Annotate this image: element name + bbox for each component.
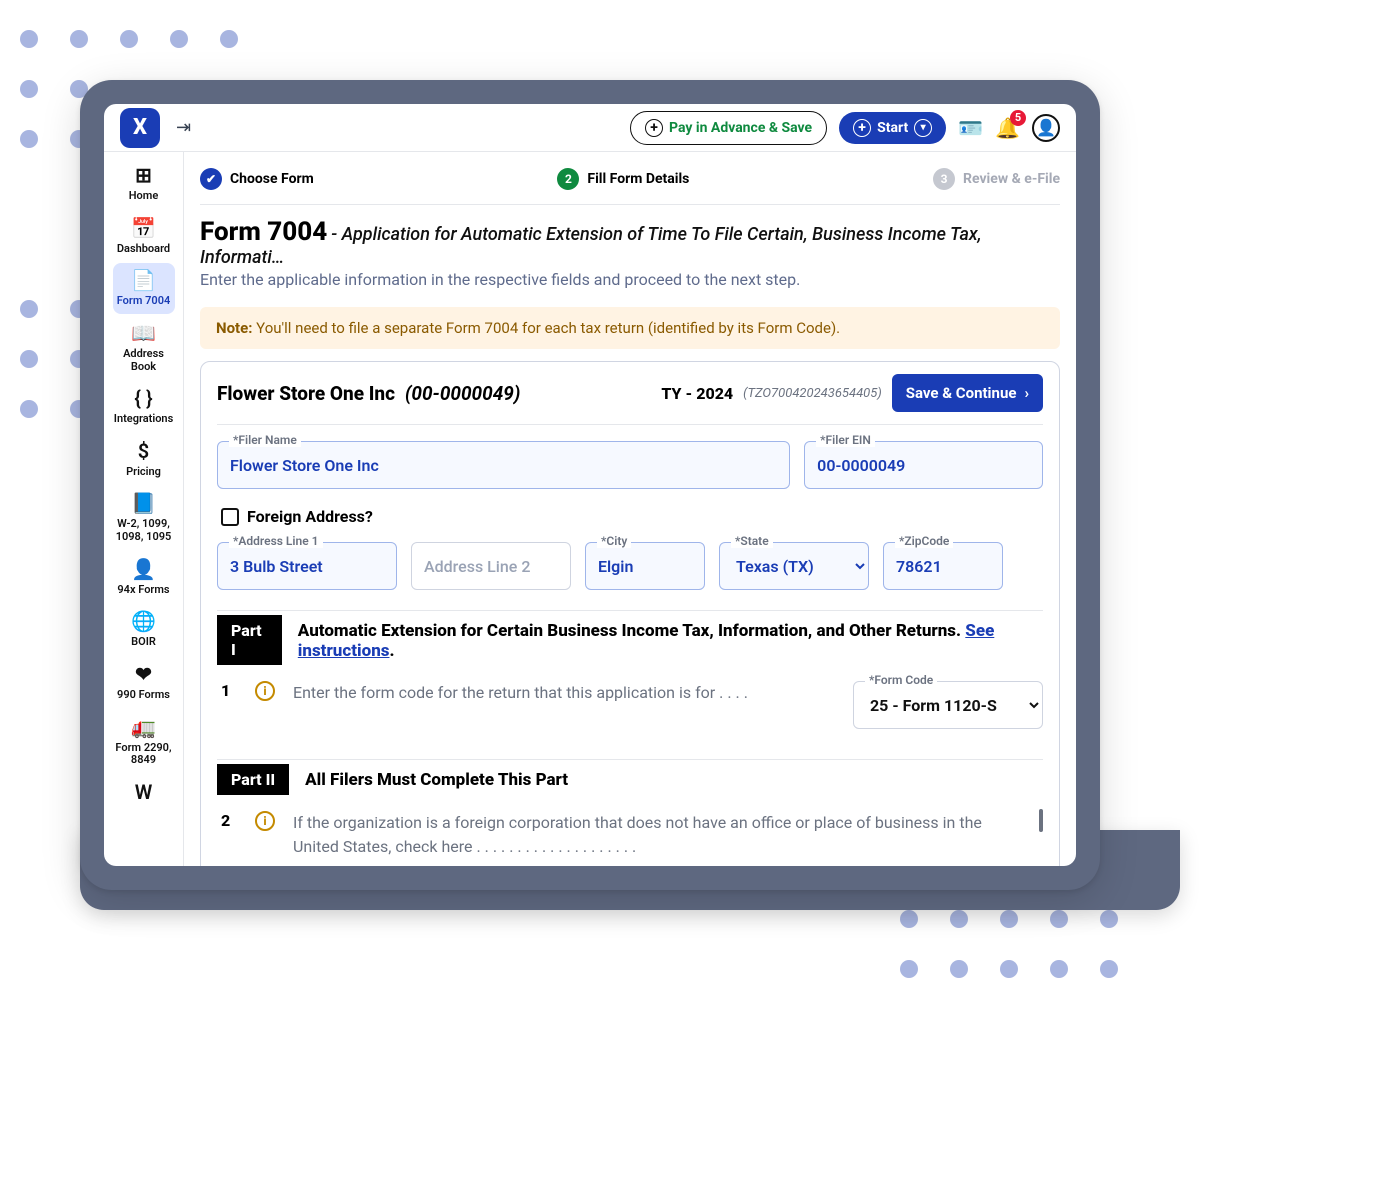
app-logo: X <box>120 108 160 148</box>
main-content: ✔ Choose Form 2 Fill Form Details 3 Revi… <box>184 152 1076 866</box>
start-button[interactable]: + Start ▾ <box>839 112 946 144</box>
sidebar-icon: W <box>135 781 153 804</box>
chevron-down-icon: ▾ <box>914 119 932 137</box>
sidebar-item-integrations[interactable]: { } Integrations <box>113 381 175 432</box>
state-field: *State Texas (TX) <box>719 542 869 590</box>
form-code-select[interactable]: 25 - Form 1120-S <box>853 681 1043 729</box>
step-choose-form[interactable]: ✔ Choose Form <box>200 168 314 190</box>
address-line1-field: *Address Line 1 <box>217 542 397 590</box>
info-icon[interactable]: i <box>255 681 275 701</box>
sidebar-item-item[interactable]: W <box>113 775 175 813</box>
sidebar: ⊞ Home 📅 Dashboard 📄 Form 7004 📖 Address Book { … <box>104 152 184 866</box>
filer-name-field: *Filer Name <box>217 441 790 489</box>
sidebar-label: BOIR <box>131 636 156 649</box>
menu-collapse-icon[interactable]: ⇥ <box>176 117 191 138</box>
pay-advance-button[interactable]: + Pay in Advance & Save <box>630 111 827 145</box>
city-input[interactable] <box>585 542 705 590</box>
part-1-header: Part I Automatic Extension for Certain B… <box>217 610 1043 665</box>
plus-icon: + <box>853 119 871 137</box>
step-review-efile[interactable]: 3 Review & e-File <box>933 168 1060 190</box>
bell-icon[interactable]: 🔔 5 <box>995 116 1020 140</box>
sidebar-icon: ⊞ <box>135 164 152 187</box>
sidebar-item-form-2290-8849[interactable]: 🚛 Form 2290, 8849 <box>113 710 175 773</box>
notification-badge: 5 <box>1010 110 1026 126</box>
sidebar-label: 990 Forms <box>117 689 170 702</box>
filer-ein-field: *Filer EIN <box>804 441 1043 489</box>
step-fill-form-details[interactable]: 2 Fill Form Details <box>557 168 689 190</box>
sidebar-icon: 🚛 <box>131 716 156 739</box>
id-card-icon[interactable]: 🪪 <box>958 116 983 140</box>
foreign-address-checkbox[interactable] <box>221 508 239 526</box>
sidebar-item-form-7004[interactable]: 📄 Form 7004 <box>113 263 175 314</box>
address-line2-field <box>411 542 571 590</box>
sidebar-icon: 📖 <box>131 322 156 345</box>
form-code-field: *Form Code 25 - Form 1120-S <box>853 681 1043 729</box>
form-card: Flower Store One Inc (00-0000049) TY - 2… <box>200 361 1060 866</box>
sidebar-item-dashboard[interactable]: 📅 Dashboard <box>113 211 175 262</box>
sidebar-item-990-forms[interactable]: ❤ 990 Forms <box>113 657 175 708</box>
plus-icon: + <box>645 119 663 137</box>
filer-ein-input[interactable] <box>804 441 1043 489</box>
company-ein: (00-0000049) <box>405 382 520 405</box>
tzo-id: (TZO700420243654405) <box>743 386 882 401</box>
sidebar-label: Address Book <box>115 348 173 373</box>
company-name: Flower Store One Inc <box>217 382 395 405</box>
sidebar-label: Home <box>129 190 159 203</box>
sidebar-icon: 📅 <box>131 217 156 240</box>
sidebar-icon: 👤 <box>131 558 156 581</box>
page-description: Enter the applicable information in the … <box>200 270 1060 289</box>
topbar: X ⇥ + Pay in Advance & Save + Start ▾ 🪪 … <box>104 104 1076 152</box>
zipcode-input[interactable] <box>883 542 1003 590</box>
profile-avatar[interactable]: 👤 <box>1032 114 1060 142</box>
info-icon[interactable]: i <box>255 811 275 831</box>
filer-name-input[interactable] <box>217 441 790 489</box>
sidebar-label: Form 2290, 8849 <box>115 742 173 767</box>
sidebar-label: 94x Forms <box>117 584 169 597</box>
sidebar-item-pricing[interactable]: $ Pricing <box>113 434 175 485</box>
sidebar-item-address-book[interactable]: 📖 Address Book <box>113 316 175 379</box>
address-line2-input[interactable] <box>411 542 571 590</box>
sidebar-item-boir[interactable]: 🌐 BOIR <box>113 604 175 655</box>
chevron-right-icon: › <box>1024 384 1029 402</box>
zipcode-field: *ZipCode <box>883 542 1003 590</box>
sidebar-icon: 📄 <box>131 269 156 292</box>
foreign-address-label: Foreign Address? <box>247 507 373 526</box>
stepper: ✔ Choose Form 2 Fill Form Details 3 Revi… <box>200 160 1060 205</box>
address-line1-input[interactable] <box>217 542 397 590</box>
check-icon: ✔ <box>200 168 222 190</box>
state-select[interactable]: Texas (TX) <box>719 542 869 590</box>
sidebar-label: Integrations <box>114 413 173 426</box>
tax-year: TY - 2024 <box>661 384 733 403</box>
save-continue-button[interactable]: Save & Continue › <box>892 374 1043 412</box>
sidebar-item-94x-forms[interactable]: 👤 94x Forms <box>113 552 175 603</box>
question-2-checkbox[interactable] <box>1039 809 1043 832</box>
sidebar-label: Dashboard <box>117 243 170 256</box>
page-title: Form 7004 <box>200 217 327 247</box>
sidebar-label: W-2, 1099, 1098, 1095 <box>115 518 173 543</box>
part-2-header: Part II All Filers Must Complete This Pa… <box>217 759 1043 795</box>
sidebar-icon: $ <box>138 440 149 463</box>
sidebar-icon: ❤ <box>135 663 152 686</box>
sidebar-icon: 📘 <box>131 492 156 515</box>
sidebar-icon: { } <box>134 387 152 410</box>
city-field: *City <box>585 542 705 590</box>
sidebar-label: Form 7004 <box>117 295 171 308</box>
question-1-row: 1 i Enter the form code for the return t… <box>217 665 1043 739</box>
note-banner: Note: You'll need to file a separate For… <box>200 307 1060 349</box>
sidebar-item-home[interactable]: ⊞ Home <box>113 158 175 209</box>
question-2-row: 2 i If the organization is a foreign cor… <box>217 795 1043 866</box>
sidebar-icon: 🌐 <box>131 610 156 633</box>
sidebar-label: Pricing <box>126 466 161 479</box>
sidebar-item-w-2-1099-1098-1095[interactable]: 📘 W-2, 1099, 1098, 1095 <box>113 486 175 549</box>
